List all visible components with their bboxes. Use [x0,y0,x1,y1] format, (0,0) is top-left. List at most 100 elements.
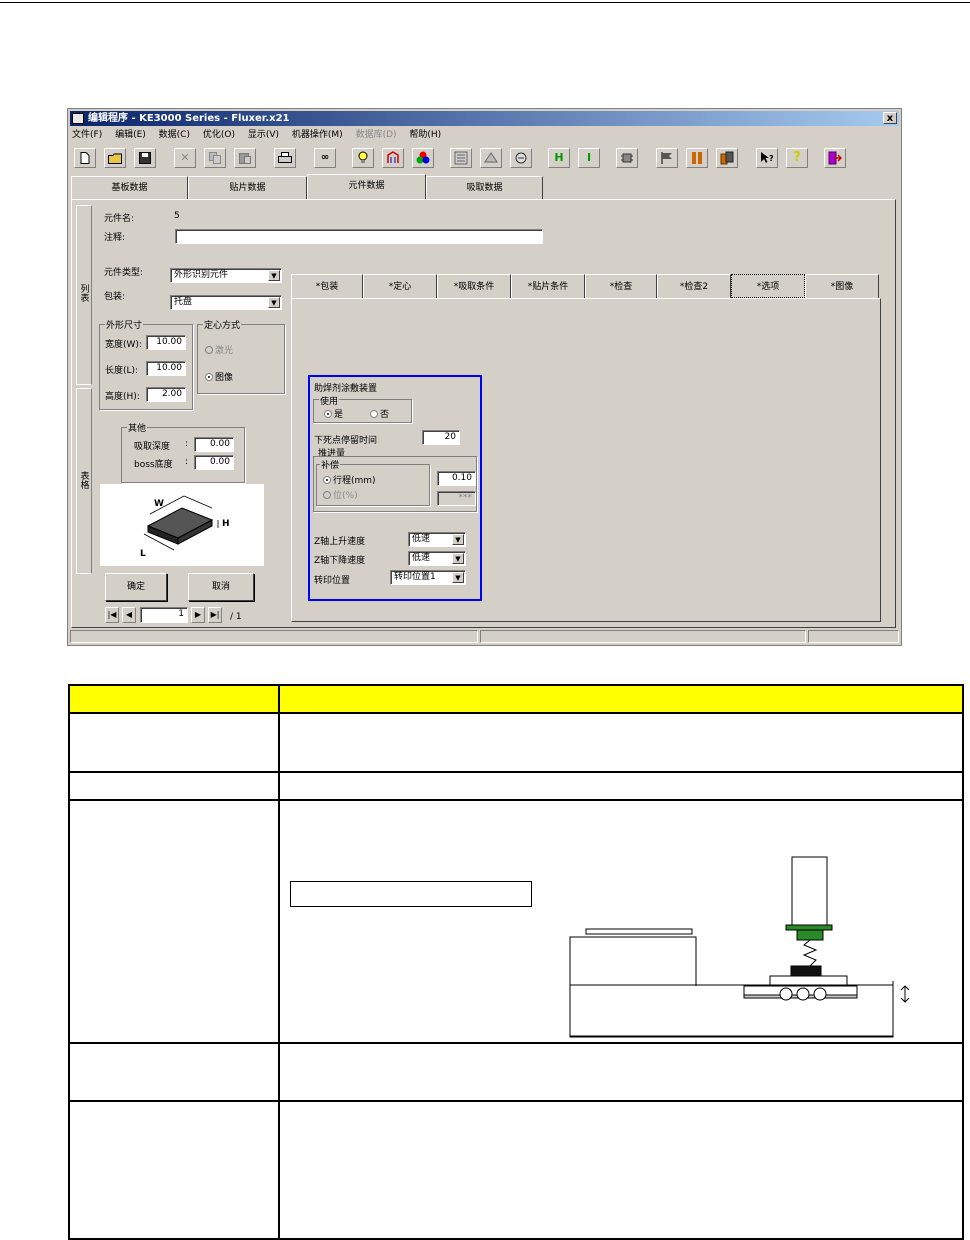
tab-component-data[interactable]: 元件数据 [307,174,426,199]
comment-field[interactable] [175,229,543,244]
next-page-button[interactable]: ▶ [191,607,205,623]
menu-file[interactable]: 文件(F) [72,128,102,142]
nozzle-shaft [791,856,828,928]
menu-help[interactable]: 帮助(H) [409,128,441,142]
flag-icon[interactable] [656,148,678,168]
name-value: 5 [174,211,180,221]
tab-placement-data[interactable]: 贴片数据 [188,176,307,199]
component-on-block [585,928,693,935]
status-pane-2 [480,630,806,643]
flux-settings-highlight: 助焊剂涂敷装置 使用 是 否 下死点停留时间 20 推进量 补偿 行程(mm) … [308,375,482,601]
bit-label: 位(%) [333,491,358,501]
dimensions-group: 外形尺寸 宽度(W): 10.00 长度(L): 10.00 高度(H): 2.… [99,318,193,410]
width-field[interactable]: 10.00 [146,335,186,350]
nozzle-holder [796,929,824,941]
stack-icon[interactable] [716,148,738,168]
menu-view[interactable]: 显示(V) [248,128,279,142]
rgb-icon[interactable] [412,148,434,168]
status-pane-3 [808,630,899,643]
exit-icon[interactable] [824,148,846,168]
last-page-button[interactable]: ▶| [208,607,222,623]
subtab-image[interactable]: *图像 [805,274,879,298]
copy-icon[interactable] [204,148,226,168]
length-label: 长度(L): [105,366,139,376]
nozzle-icon[interactable] [382,148,404,168]
menu-edit[interactable]: 编辑(E) [115,128,146,142]
height-field[interactable]: 2.00 [146,387,186,402]
cut-icon[interactable]: ✕ [174,148,196,168]
centering-laser-radio[interactable]: 激光 [205,343,233,356]
z-up-select[interactable]: 低速 ▼ [408,532,466,547]
subtab-options[interactable]: *选项 [731,274,805,298]
menu-database[interactable]: 数据库(D) [356,128,397,142]
help-cursor-icon[interactable]: ? [756,148,778,168]
bit-field[interactable]: *** [437,491,476,506]
sub-tabs: *包装 *定心 *吸取条件 *贴片条件 *检查 *检查2 *选项 *图像 [291,274,881,298]
dwell-label: 下死点停留时间 [314,436,378,446]
use-no-radio[interactable]: 否 [370,407,389,420]
solder-ball [779,987,793,1001]
first-page-button[interactable]: |◀ [105,607,119,623]
z-down-select[interactable]: 低速 ▼ [408,551,466,566]
dwell-field[interactable]: 20 [422,430,460,445]
board-icon[interactable] [450,148,472,168]
stroke-field[interactable]: 0.10 [437,471,476,486]
subtab-inspect2[interactable]: *检查2 [657,274,731,298]
head-icon[interactable] [510,148,532,168]
column-icon[interactable] [686,148,708,168]
menu-data[interactable]: 数据(C) [159,128,190,142]
subtab-package[interactable]: *包装 [291,274,363,298]
flux-dipping-diagram [569,856,910,1038]
use-yes-radio[interactable]: 是 [324,407,343,420]
subtab-pick-condition[interactable]: *吸取条件 [437,274,511,298]
radio-icon [323,491,331,499]
comp-group: 补偿 行程(mm) 位(%) [316,458,430,506]
ok-button[interactable]: 确定 [105,573,167,601]
bit-radio[interactable]: 位(%) [323,488,358,501]
cancel-button[interactable]: 取消 [188,573,254,601]
save-icon[interactable] [134,148,156,168]
page-field[interactable]: 1 [140,607,188,623]
push-group: 补偿 行程(mm) 位(%) 0.10 *** [313,456,477,512]
stroke-radio[interactable]: 行程(mm) [323,473,376,486]
new-file-icon[interactable] [74,148,96,168]
close-button[interactable]: x [883,112,897,124]
align-i-icon[interactable]: I [578,148,600,168]
centering-image-radio[interactable]: 图像 [205,370,233,383]
menu-machine[interactable]: 机器操作(M) [292,128,343,142]
subtab-centering[interactable]: *定心 [363,274,437,298]
comment-label: 注释: [104,233,126,243]
side-tab-table[interactable]: 表格 [76,388,92,574]
feeder-icon[interactable] [480,148,502,168]
component-icon[interactable] [616,148,638,168]
type-select[interactable]: 外形识别元件 ▼ [170,268,282,283]
flux-tray [569,984,894,1037]
subtab-inspect[interactable]: *检查 [585,274,657,298]
tab-board-data[interactable]: 基板数据 [71,176,188,199]
paste-icon[interactable] [234,148,256,168]
prev-page-button[interactable]: ◀ [122,607,136,623]
z-up-label: Z轴上升速度 [314,537,366,547]
package-select[interactable]: 托盘 ▼ [170,295,282,310]
status-pane-1 [70,630,478,643]
menu-optimize[interactable]: 优化(O) [203,128,235,142]
open-folder-icon[interactable] [104,148,126,168]
side-tab-list[interactable]: 列表 [76,205,92,385]
subtab-place-condition[interactable]: *贴片条件 [511,274,585,298]
z-up-value: 低速 [412,534,431,544]
lightbulb-icon[interactable] [352,148,374,168]
align-h-icon[interactable]: H [548,148,570,168]
pick-depth-field[interactable]: 0.00 [194,437,234,452]
question-icon[interactable]: ? [786,148,808,168]
transfer-select[interactable]: 转印位置1 ▼ [390,570,466,585]
length-field[interactable]: 10.00 [146,361,186,376]
text-box [290,881,532,907]
name-label: 元件名: [104,214,135,224]
chevron-down-icon: ▼ [452,534,464,545]
boss-field[interactable]: 0.00 [194,455,234,470]
tab-pick-data[interactable]: 吸取数据 [426,176,543,199]
infinity-icon[interactable]: ∞ [314,148,336,168]
print-icon[interactable] [274,148,296,168]
use-yes-label: 是 [334,410,344,420]
dimensions-title: 外形尺寸 [105,318,144,331]
